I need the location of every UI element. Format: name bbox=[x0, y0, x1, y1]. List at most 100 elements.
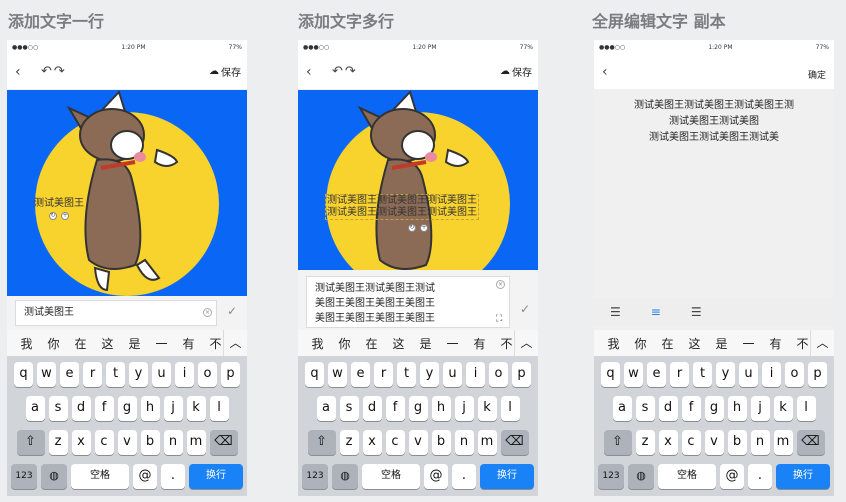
align-center-icon[interactable]: ≡ bbox=[651, 305, 661, 319]
key[interactable]: v bbox=[117, 430, 137, 455]
key[interactable]: p bbox=[221, 362, 240, 387]
space-key[interactable]: 空格 bbox=[658, 464, 716, 489]
key[interactable]: d bbox=[71, 396, 91, 421]
key[interactable]: e bbox=[351, 362, 370, 387]
candidate[interactable]: 你 bbox=[331, 335, 358, 352]
text-input[interactable]: 测试美图王 bbox=[15, 300, 217, 326]
key[interactable]: q bbox=[14, 362, 33, 387]
key[interactable]: m bbox=[477, 430, 497, 455]
backspace-key-icon[interactable]: ⌫ bbox=[796, 430, 825, 455]
key[interactable]: x bbox=[71, 430, 91, 455]
candidate[interactable]: 一 bbox=[148, 335, 175, 352]
candidate[interactable]: 在 bbox=[654, 335, 681, 352]
space-key[interactable]: 空格 bbox=[71, 464, 129, 489]
scale-handle-icon[interactable]: + bbox=[61, 212, 69, 220]
numbers-key[interactable]: 123 bbox=[598, 464, 624, 489]
key[interactable]: b bbox=[727, 430, 747, 455]
key[interactable]: a bbox=[25, 396, 45, 421]
key[interactable]: e bbox=[60, 362, 79, 387]
key[interactable]: d bbox=[362, 396, 382, 421]
key[interactable]: h bbox=[727, 396, 747, 421]
key[interactable]: l bbox=[500, 396, 520, 421]
key[interactable]: r bbox=[83, 362, 102, 387]
key[interactable]: n bbox=[163, 430, 183, 455]
key[interactable]: q bbox=[601, 362, 620, 387]
key[interactable]: w bbox=[328, 362, 347, 387]
key[interactable]: y bbox=[716, 362, 735, 387]
candidate[interactable]: 一 bbox=[735, 335, 762, 352]
key[interactable]: r bbox=[374, 362, 393, 387]
numbers-key[interactable]: 123 bbox=[302, 464, 328, 489]
key[interactable]: f bbox=[385, 396, 405, 421]
dot-key[interactable]: . bbox=[452, 464, 476, 489]
save-button[interactable]: ☁ 保存 bbox=[209, 64, 241, 79]
at-key[interactable]: @ bbox=[133, 464, 157, 489]
key[interactable]: o bbox=[198, 362, 217, 387]
confirm-check-icon[interactable]: ✓ bbox=[520, 302, 530, 316]
candidate[interactable]: 这 bbox=[681, 335, 708, 352]
text-handles[interactable]: ↻ + bbox=[49, 212, 69, 220]
key[interactable]: j bbox=[454, 396, 474, 421]
back-icon[interactable]: ‹ bbox=[602, 64, 622, 80]
expand-icon[interactable]: ⛶ bbox=[496, 314, 502, 324]
key[interactable]: q bbox=[305, 362, 324, 387]
candidate[interactable]: 是 bbox=[412, 335, 439, 352]
key[interactable]: c bbox=[94, 430, 114, 455]
key[interactable]: a bbox=[612, 396, 632, 421]
key[interactable]: a bbox=[316, 396, 336, 421]
key[interactable]: o bbox=[489, 362, 508, 387]
key[interactable]: c bbox=[681, 430, 701, 455]
key[interactable]: h bbox=[140, 396, 160, 421]
expand-candidates-icon[interactable]: ︿ bbox=[514, 330, 538, 356]
globe-icon[interactable]: ◍ bbox=[41, 464, 67, 489]
key[interactable]: t bbox=[693, 362, 712, 387]
dot-key[interactable]: . bbox=[748, 464, 772, 489]
canvas-text-overlay[interactable]: 测试美图王 bbox=[34, 198, 84, 210]
scale-handle-icon[interactable]: + bbox=[420, 224, 428, 232]
candidate[interactable]: 一 bbox=[439, 335, 466, 352]
newline-key[interactable]: 换行 bbox=[189, 464, 243, 489]
key[interactable]: z bbox=[339, 430, 359, 455]
undo-redo-icon[interactable]: ↶↷ bbox=[41, 64, 67, 79]
key[interactable]: m bbox=[773, 430, 793, 455]
image-canvas[interactable]: 测试美图王 ↻ + bbox=[7, 90, 247, 296]
key[interactable]: k bbox=[477, 396, 497, 421]
key[interactable]: y bbox=[420, 362, 439, 387]
candidate[interactable]: 有 bbox=[466, 335, 493, 352]
key[interactable]: l bbox=[796, 396, 816, 421]
key[interactable]: u bbox=[443, 362, 462, 387]
key[interactable]: i bbox=[175, 362, 194, 387]
key[interactable]: l bbox=[209, 396, 229, 421]
key[interactable]: f bbox=[94, 396, 114, 421]
candidate[interactable]: 是 bbox=[708, 335, 735, 352]
candidate[interactable]: 在 bbox=[358, 335, 385, 352]
key[interactable]: n bbox=[454, 430, 474, 455]
key[interactable]: i bbox=[466, 362, 485, 387]
key[interactable]: k bbox=[773, 396, 793, 421]
key[interactable]: o bbox=[785, 362, 804, 387]
key[interactable]: r bbox=[670, 362, 689, 387]
key[interactable]: b bbox=[431, 430, 451, 455]
key[interactable]: p bbox=[512, 362, 531, 387]
shift-key-icon[interactable]: ⇧ bbox=[603, 430, 632, 455]
key[interactable]: e bbox=[647, 362, 666, 387]
key[interactable]: s bbox=[339, 396, 359, 421]
key[interactable]: i bbox=[762, 362, 781, 387]
clear-icon[interactable]: × bbox=[496, 280, 505, 289]
rotate-handle-icon[interactable]: ↻ bbox=[49, 212, 57, 220]
key[interactable]: u bbox=[739, 362, 758, 387]
backspace-key-icon[interactable]: ⌫ bbox=[209, 430, 238, 455]
key[interactable]: c bbox=[385, 430, 405, 455]
key[interactable]: f bbox=[681, 396, 701, 421]
dot-key[interactable]: . bbox=[161, 464, 185, 489]
align-right-icon[interactable]: ☰ bbox=[691, 305, 702, 319]
globe-icon[interactable]: ◍ bbox=[332, 464, 358, 489]
key[interactable]: h bbox=[431, 396, 451, 421]
candidate[interactable]: 你 bbox=[627, 335, 654, 352]
key[interactable]: t bbox=[397, 362, 416, 387]
numbers-key[interactable]: 123 bbox=[11, 464, 37, 489]
candidate[interactable]: 我 bbox=[13, 335, 40, 352]
key[interactable]: v bbox=[704, 430, 724, 455]
key[interactable]: j bbox=[750, 396, 770, 421]
key[interactable]: m bbox=[186, 430, 206, 455]
